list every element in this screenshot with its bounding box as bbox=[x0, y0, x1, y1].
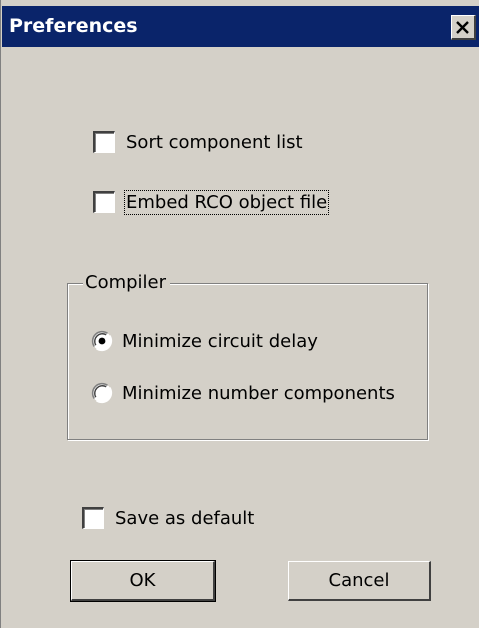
sort-component-list-option[interactable]: Sort component list bbox=[93, 129, 303, 155]
minimize-number-components-label: Minimize number components bbox=[122, 382, 395, 404]
save-as-default-checkbox[interactable] bbox=[82, 507, 104, 529]
radio-selected-icon[interactable] bbox=[91, 330, 113, 352]
save-as-default-label: Save as default bbox=[115, 507, 255, 529]
save-as-default-option[interactable]: Save as default bbox=[82, 505, 254, 531]
preferences-dialog: Preferences Sort component list Embed RC… bbox=[0, 0, 479, 628]
minimize-number-components-option[interactable]: Minimize number components bbox=[91, 380, 395, 406]
title-bar[interactable]: Preferences bbox=[2, 6, 479, 47]
sort-component-list-label: Sort component list bbox=[126, 131, 303, 153]
cancel-button[interactable]: Cancel bbox=[288, 561, 431, 601]
radio-unselected-icon[interactable] bbox=[91, 382, 113, 404]
minimize-circuit-delay-label: Minimize circuit delay bbox=[122, 330, 318, 352]
embed-rco-object-file-label: Embed RCO object file bbox=[123, 189, 330, 215]
close-button[interactable] bbox=[451, 15, 476, 40]
sort-component-list-checkbox[interactable] bbox=[93, 131, 115, 153]
close-icon bbox=[456, 20, 469, 34]
embed-rco-object-file-checkbox[interactable] bbox=[93, 191, 115, 213]
ok-button[interactable]: OK bbox=[70, 560, 216, 602]
compiler-groupbox bbox=[67, 283, 428, 440]
minimize-circuit-delay-option[interactable]: Minimize circuit delay bbox=[91, 328, 318, 354]
embed-rco-object-file-option[interactable]: Embed RCO object file bbox=[93, 189, 330, 215]
window-title: Preferences bbox=[9, 15, 138, 37]
compiler-group-label: Compiler bbox=[83, 272, 171, 294]
